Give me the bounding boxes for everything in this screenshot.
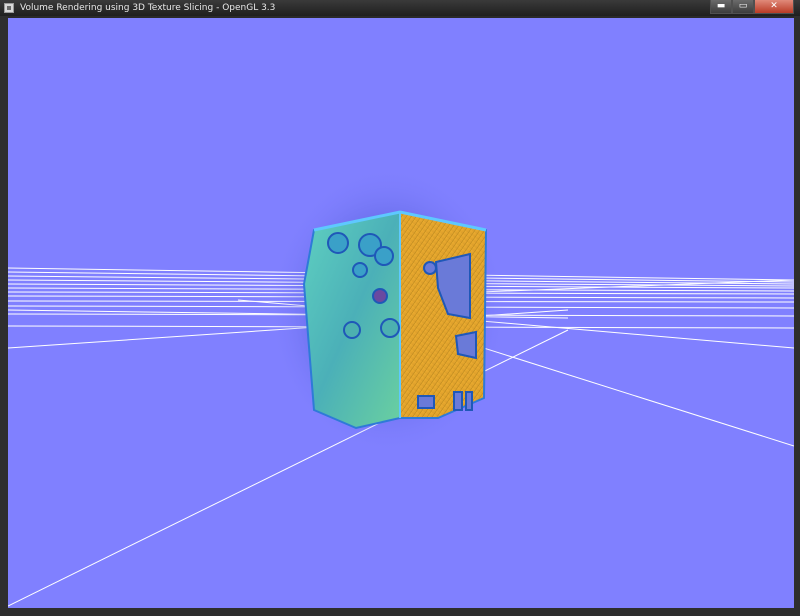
volume-hole xyxy=(343,321,361,339)
volume-render xyxy=(302,210,488,430)
maximize-button[interactable]: ▭ xyxy=(732,0,754,14)
title-bar[interactable]: Volume Rendering using 3D Texture Slicin… xyxy=(0,0,800,16)
volume-cutout xyxy=(417,395,435,409)
volume-hole xyxy=(423,261,437,275)
volume-cutout xyxy=(454,330,477,360)
volume-hole xyxy=(380,318,400,338)
volume-hole xyxy=(374,246,394,266)
volume-hole xyxy=(327,232,349,254)
volume-side-face xyxy=(399,210,488,419)
volume-hole xyxy=(372,288,388,304)
volume-cutout xyxy=(453,391,463,411)
window-title: Volume Rendering using 3D Texture Slicin… xyxy=(20,3,276,13)
volume-cutout xyxy=(465,391,473,411)
close-button[interactable]: ✕ xyxy=(754,0,794,14)
opengl-viewport[interactable] xyxy=(8,18,794,608)
app-window: Volume Rendering using 3D Texture Slicin… xyxy=(0,0,800,616)
scene-canvas xyxy=(8,165,794,607)
app-icon[interactable] xyxy=(4,3,14,13)
volume-hole xyxy=(352,262,368,278)
minimize-button[interactable]: ▬ xyxy=(710,0,732,14)
window-controls: ▬ ▭ ✕ xyxy=(710,0,794,14)
